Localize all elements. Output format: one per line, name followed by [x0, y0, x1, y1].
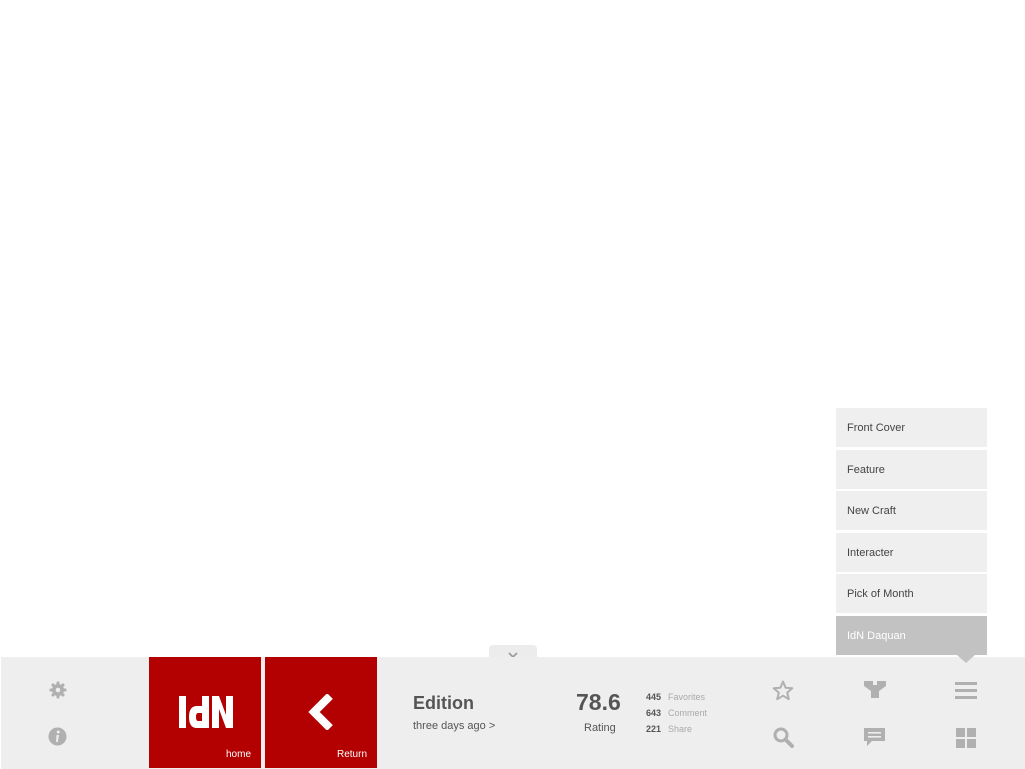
share-icon[interactable] [863, 680, 887, 699]
menu-item-pick-of-month[interactable]: Pick of Month [836, 574, 987, 613]
stat-count: 445 [646, 692, 662, 702]
menu-item-new-craft[interactable]: New Craft [836, 491, 987, 530]
stat-label: Share [668, 724, 693, 734]
stat-count: 221 [646, 724, 662, 734]
stat-share: 221 Share [646, 724, 692, 734]
menu-item-interacter[interactable]: Interacter [836, 532, 987, 572]
menu-item-idn-daquan[interactable]: IdN Daquan [836, 615, 987, 655]
star-icon[interactable] [772, 680, 794, 701]
return-tile[interactable]: Return [265, 657, 377, 768]
edition-title: Edition [413, 693, 474, 713]
return-label: Return [336, 749, 367, 760]
menu-item-front-cover[interactable]: Front Cover [836, 408, 987, 447]
chevron-left-icon [308, 694, 333, 730]
home-tile[interactable]: home [149, 657, 261, 768]
section-menu: Front Cover Feature New Craft Interacter… [836, 408, 987, 657]
stat-comment: 643 Comment [646, 708, 707, 718]
stat-count: 643 [646, 708, 662, 718]
menu-item-feature[interactable]: Feature [836, 449, 987, 489]
menu-caret [957, 655, 975, 663]
stat-label: Comment [668, 708, 708, 718]
edition-date-link[interactable]: three days ago > [413, 720, 495, 732]
stat-favorites: 445 Favorites [646, 692, 705, 702]
rating-label: Rating [584, 722, 616, 734]
comment-icon[interactable] [863, 727, 886, 747]
search-icon[interactable] [773, 727, 794, 748]
home-label: home [225, 749, 251, 760]
bottom-toolbar: home Return Edition three days ago > 78.… [1, 657, 1025, 769]
rating-value: 78.6 [576, 689, 621, 715]
info-icon[interactable] [48, 727, 67, 746]
gear-icon[interactable] [49, 681, 67, 699]
stat-label: Favorites [668, 692, 706, 702]
grid-icon[interactable] [956, 728, 976, 748]
menu-icon[interactable] [955, 682, 977, 699]
idn-logo [179, 696, 233, 728]
